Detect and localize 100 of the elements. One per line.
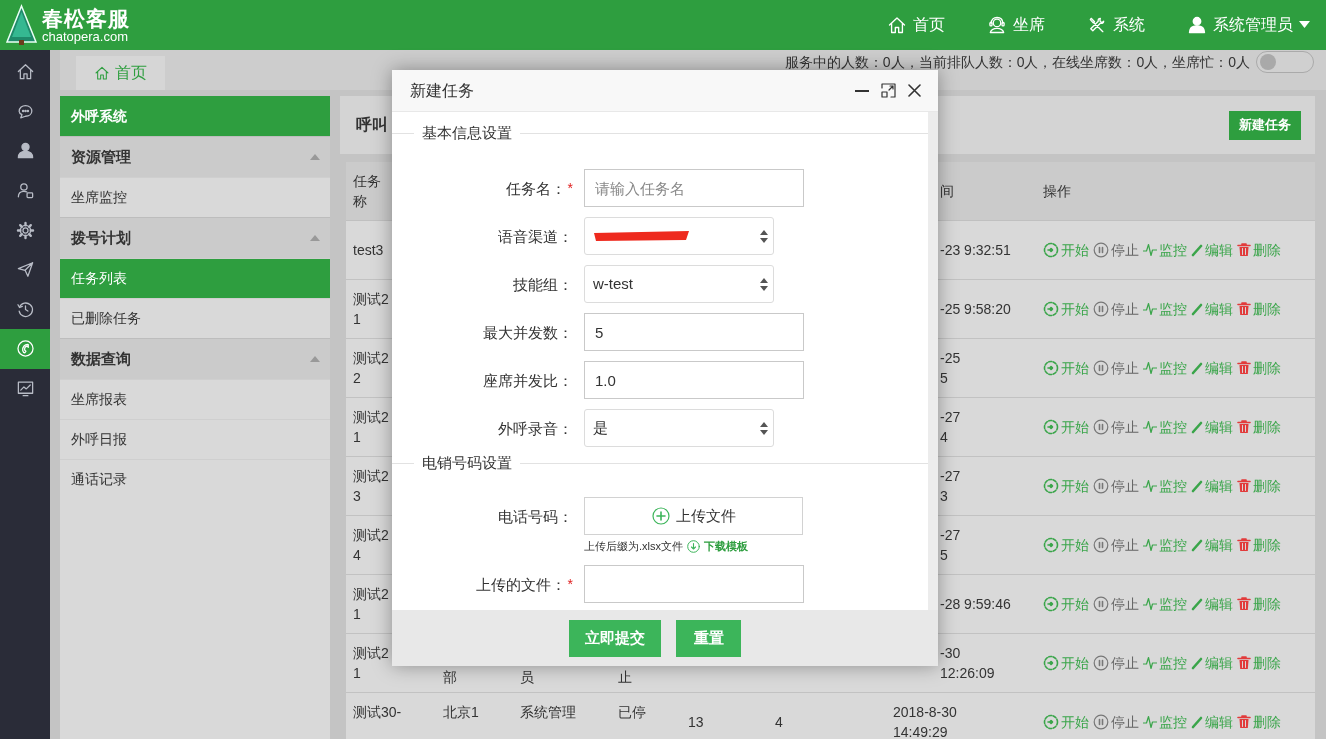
- row-action-link[interactable]: 开始: [1043, 534, 1089, 556]
- pause-icon: [1093, 360, 1109, 376]
- row-action-link[interactable]: 编辑: [1191, 652, 1233, 674]
- row-action-link[interactable]: 停止: [1093, 475, 1139, 497]
- pulse-icon: [1143, 419, 1157, 435]
- pulse-icon: [1143, 360, 1157, 376]
- table-cell-text: -30 12:26:09: [940, 644, 995, 683]
- row-action-link[interactable]: 开始: [1043, 357, 1089, 379]
- row-action-link[interactable]: 开始: [1043, 239, 1089, 261]
- toolbar-title: 呼叫: [356, 115, 388, 135]
- row-action-link[interactable]: 删除: [1237, 239, 1281, 261]
- start-icon: [1043, 537, 1059, 553]
- close-button[interactable]: [908, 84, 921, 97]
- row-action-link[interactable]: 停止: [1093, 652, 1139, 674]
- row-action-link[interactable]: 监控: [1143, 298, 1187, 320]
- history-icon: [15, 299, 35, 319]
- header-nav-link[interactable]: 坐席: [983, 0, 1049, 50]
- required-mark: *: [567, 574, 573, 594]
- text-field[interactable]: 请输入任务名: [584, 169, 804, 207]
- reset-button[interactable]: 重置: [676, 619, 741, 657]
- upload-file-button[interactable]: 上传文件: [584, 497, 803, 535]
- row-action-link[interactable]: 监控: [1143, 593, 1187, 615]
- field-label: 技能组：: [513, 275, 573, 295]
- field-label: 上传的文件：: [475, 574, 566, 595]
- row-action-link[interactable]: 监控: [1143, 711, 1187, 733]
- select-field[interactable]: w-test: [584, 265, 774, 303]
- row-action-link[interactable]: 开始: [1043, 593, 1089, 615]
- text-field[interactable]: [584, 564, 804, 603]
- row-action-link[interactable]: 监控: [1143, 416, 1187, 438]
- row-action-link[interactable]: 删除: [1237, 534, 1281, 556]
- pencil-icon: [1191, 243, 1203, 257]
- row-action-link[interactable]: 监控: [1143, 357, 1187, 379]
- row-action-link[interactable]: 开始: [1043, 298, 1089, 320]
- row-action-link[interactable]: 编辑: [1191, 593, 1233, 615]
- table-cell-text: 测试30-: [353, 703, 402, 722]
- user-icon: [15, 141, 35, 161]
- sidebar-item[interactable]: 任务列表: [60, 258, 330, 298]
- text-field[interactable]: 1.0: [584, 361, 804, 399]
- start-icon: [1043, 714, 1059, 730]
- row-action-link[interactable]: 监控: [1143, 534, 1187, 556]
- row-action-link[interactable]: 开始: [1043, 416, 1089, 438]
- row-action-link[interactable]: 删除: [1237, 416, 1281, 438]
- trash-icon: [1237, 597, 1251, 611]
- toggle-switch[interactable]: [1256, 51, 1314, 73]
- minimize-button[interactable]: [855, 89, 869, 92]
- row-action-link[interactable]: 监控: [1143, 239, 1187, 261]
- home-icon: [887, 15, 907, 35]
- maximize-button[interactable]: [881, 83, 896, 98]
- row-action-link[interactable]: 停止: [1093, 357, 1139, 379]
- select-field[interactable]: [584, 217, 774, 255]
- sidebar-group[interactable]: 数据查询: [60, 338, 330, 379]
- row-action-link[interactable]: 编辑: [1191, 357, 1233, 379]
- select-arrows-icon: [760, 277, 768, 291]
- row-action-link[interactable]: 开始: [1043, 711, 1089, 733]
- row-action-link[interactable]: 删除: [1237, 652, 1281, 674]
- row-action-link[interactable]: 监控: [1143, 652, 1187, 674]
- header-nav-link[interactable]: 系统: [1083, 0, 1149, 50]
- header-nav-link[interactable]: 系统管理员: [1183, 0, 1314, 50]
- row-action-link[interactable]: 开始: [1043, 652, 1089, 674]
- page-tab[interactable]: 首页: [76, 56, 165, 90]
- table-cell-text: 止: [618, 668, 632, 687]
- sidebar-group[interactable]: 拨号计划: [60, 217, 330, 258]
- row-action-link[interactable]: 编辑: [1191, 416, 1233, 438]
- submit-button[interactable]: 立即提交: [569, 619, 661, 657]
- pencil-icon: [1191, 479, 1203, 493]
- row-action-link[interactable]: 删除: [1237, 593, 1281, 615]
- row-action-link[interactable]: 停止: [1093, 711, 1139, 733]
- row-action-link[interactable]: 编辑: [1191, 239, 1233, 261]
- pause-icon: [1093, 301, 1109, 317]
- row-action-link[interactable]: 编辑: [1191, 298, 1233, 320]
- table-cell-text: 北京1: [443, 703, 479, 722]
- pencil-icon: [1191, 656, 1203, 670]
- start-icon: [1043, 655, 1059, 671]
- row-action-link[interactable]: 编辑: [1191, 711, 1233, 733]
- sidebar-group[interactable]: 资源管理: [60, 136, 330, 177]
- row-action-link[interactable]: 删除: [1237, 711, 1281, 733]
- row-action-link[interactable]: 停止: [1093, 593, 1139, 615]
- new-task-button[interactable]: 新建任务: [1229, 110, 1301, 140]
- select-field[interactable]: 是: [584, 409, 774, 447]
- row-action-link[interactable]: 停止: [1093, 416, 1139, 438]
- trash-icon: [1237, 538, 1251, 552]
- row-action-link[interactable]: 编辑: [1191, 534, 1233, 556]
- row-action-link[interactable]: 停止: [1093, 298, 1139, 320]
- download-template-link[interactable]: 下载模板: [704, 538, 748, 555]
- row-action-link[interactable]: 开始: [1043, 475, 1089, 497]
- pencil-icon: [1191, 538, 1203, 552]
- row-action-link[interactable]: 删除: [1237, 298, 1281, 320]
- header-nav-link[interactable]: 首页: [883, 0, 949, 50]
- row-action-link[interactable]: 删除: [1237, 357, 1281, 379]
- row-action-link[interactable]: 停止: [1093, 239, 1139, 261]
- scrollbar[interactable]: [928, 112, 938, 610]
- row-action-link[interactable]: 监控: [1143, 475, 1187, 497]
- table-cell-text: -25 9:58:20: [940, 300, 1011, 319]
- pulse-icon: [1143, 596, 1157, 612]
- text-field[interactable]: 5: [584, 313, 804, 351]
- row-action-link[interactable]: 停止: [1093, 534, 1139, 556]
- pulse-icon: [1143, 537, 1157, 553]
- row-action-link[interactable]: 删除: [1237, 475, 1281, 497]
- row-action-link[interactable]: 编辑: [1191, 475, 1233, 497]
- field-label: 语音渠道：: [498, 227, 573, 247]
